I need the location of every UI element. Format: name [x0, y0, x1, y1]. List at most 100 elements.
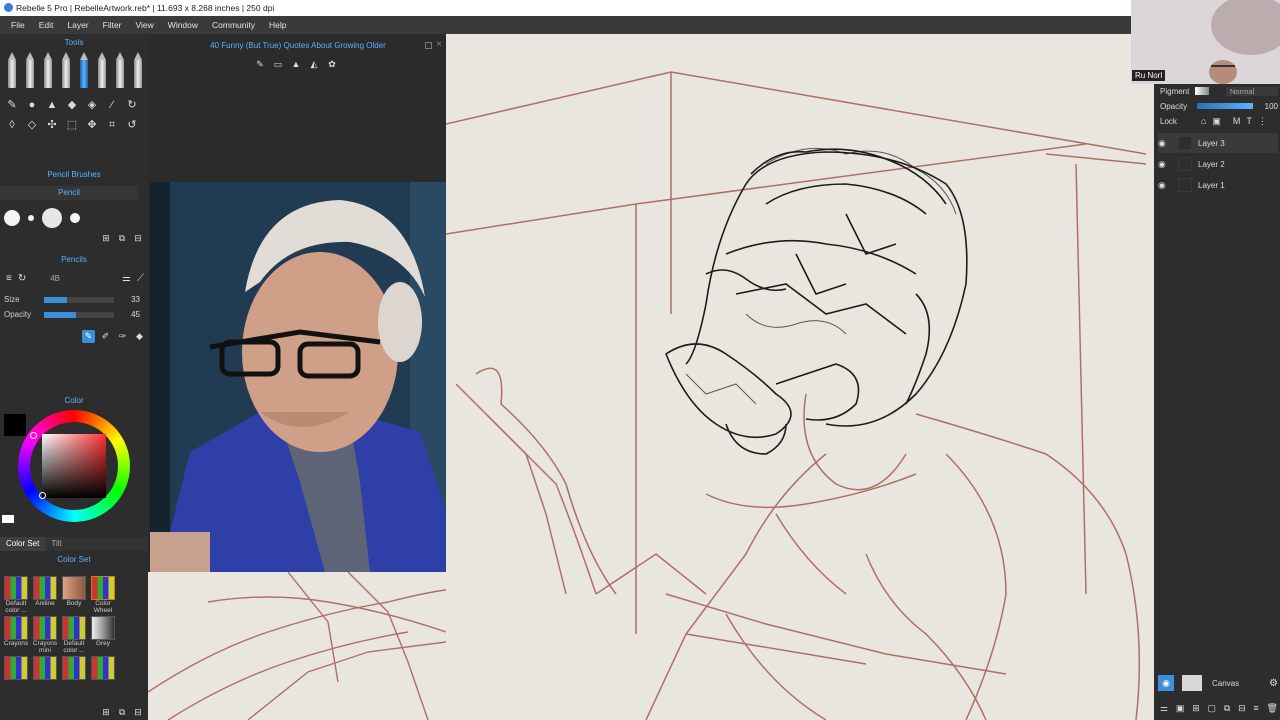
layer-opacity-slider[interactable] [1197, 103, 1254, 109]
new-folder-icon[interactable]: ▢ [1208, 703, 1217, 714]
menu-edit[interactable]: Edit [39, 20, 54, 30]
pen-mode-icon[interactable]: ✑ [116, 330, 129, 343]
brush-tip-medium[interactable] [70, 213, 80, 223]
transform-icon[interactable]: ✥ [84, 117, 100, 133]
brush-tip-soft[interactable] [42, 208, 62, 228]
visibility-eye-icon[interactable]: ◉ [1158, 138, 1172, 149]
layer-menu-icon[interactable]: ⋮ [1258, 116, 1267, 127]
flatten-icon[interactable]: ≡ [1253, 703, 1258, 714]
blend-mode-select[interactable]: Normal [1226, 86, 1278, 96]
ref-grid-icon[interactable]: ▲ [290, 58, 302, 70]
menu-view[interactable]: View [136, 20, 154, 30]
canvas-lower-area[interactable] [148, 572, 446, 720]
layer-item[interactable]: ◉ Layer 2 [1158, 154, 1278, 174]
color-set-item[interactable]: Color Wheel [89, 576, 117, 614]
tab-tilt[interactable]: Tilt [45, 537, 67, 551]
color-set-item[interactable] [2, 656, 30, 680]
mask-icon[interactable]: M [1233, 116, 1241, 126]
color-set-item[interactable] [89, 656, 117, 680]
color-set-item[interactable] [60, 656, 88, 680]
sliders-icon[interactable]: ⚌ [122, 273, 131, 284]
stencil-icon[interactable]: ◇ [24, 117, 40, 133]
list-icon[interactable]: ≡ [6, 273, 12, 284]
blend-tool-icon[interactable]: ● [24, 97, 40, 113]
dry-tool-icon[interactable]: ✣ [44, 117, 60, 133]
layer-opacity-value[interactable]: 100 [1265, 102, 1278, 111]
eyedropper-icon[interactable]: ⁄ [104, 97, 120, 113]
menu-window[interactable]: Window [168, 20, 198, 30]
duplicate-layer-icon[interactable]: ⧉ [1224, 703, 1230, 714]
brush-tip-small[interactable] [28, 215, 34, 221]
preset-pencil-5[interactable] [76, 52, 92, 88]
color-set-item[interactable]: Crayons [2, 616, 30, 654]
hue-handle[interactable] [30, 432, 37, 439]
color-set-item[interactable]: Aniline [31, 576, 59, 614]
layer-item[interactable]: ◉ Layer 1 [1158, 175, 1278, 195]
ref-pick-icon[interactable]: ✎ [254, 58, 266, 70]
menu-filter[interactable]: Filter [103, 20, 122, 30]
preset-pencil-6[interactable] [94, 52, 110, 88]
color-set-item[interactable]: Default color ... [2, 576, 30, 614]
primary-color-swatch[interactable] [4, 414, 26, 436]
color-set-item[interactable]: Body [60, 576, 88, 614]
menu-file[interactable]: File [11, 20, 25, 30]
visibility-eye-icon[interactable]: ◉ [1158, 159, 1172, 170]
merge-layer-icon[interactable]: ⊟ [1238, 703, 1246, 714]
duplicate-color-set-icon[interactable]: ⧉ [116, 706, 128, 718]
erase-mode-icon[interactable]: ◆ [133, 330, 146, 343]
menu-help[interactable]: Help [269, 20, 286, 30]
layer-group-icon[interactable]: ▣ [1176, 703, 1185, 714]
ref-settings-icon[interactable]: ✿ [326, 58, 338, 70]
delete-layer-icon[interactable]: 🗑 [1266, 703, 1277, 714]
color-set-item[interactable]: Crayons mini [31, 616, 59, 654]
color-set-item[interactable] [31, 656, 59, 680]
pigment-icon[interactable] [1195, 87, 1210, 95]
crop-icon[interactable]: ⌗ [104, 117, 120, 133]
menu-layer[interactable]: Layer [67, 20, 88, 30]
ref-frame-icon[interactable]: ▭ [272, 58, 284, 70]
lock-icon[interactable]: ⌂ [1201, 116, 1206, 126]
color-set-item[interactable]: Default color ... [60, 616, 88, 654]
brush-tip-round-large[interactable] [4, 210, 20, 226]
preset-pencil-7[interactable] [112, 52, 128, 88]
preset-pencil-4[interactable] [58, 52, 74, 88]
size-slider[interactable] [44, 296, 114, 303]
secondary-color-swatch[interactable] [2, 515, 14, 523]
paint-mode-icon[interactable]: ✎ [82, 330, 95, 343]
reset-pencil-icon[interactable]: ↻ [18, 273, 26, 284]
reference-close-icon[interactable]: × [436, 39, 442, 50]
pencil-category-bar[interactable]: Pencil [0, 186, 138, 200]
visibility-eye-icon[interactable]: ◉ [1158, 180, 1172, 191]
duplicate-brush-icon[interactable]: ⧉ [116, 232, 128, 244]
preset-pencil-1[interactable] [4, 52, 20, 88]
reset-icon[interactable]: ↺ [124, 117, 140, 133]
tracing-icon[interactable]: T [1246, 116, 1252, 126]
fill-tool-icon[interactable]: ◈ [84, 97, 100, 113]
reference-maximize-icon[interactable] [425, 42, 432, 49]
layer-adjust-icon[interactable]: ⚌ [1160, 703, 1168, 714]
saturation-square[interactable] [42, 434, 106, 498]
tilt-icon[interactable]: ⟋ [137, 273, 144, 284]
size-value[interactable]: 33 [114, 295, 140, 304]
selection-icon[interactable]: ⬚ [64, 117, 80, 133]
pencil-mode-icon[interactable]: ✐ [99, 330, 112, 343]
menu-community[interactable]: Community [212, 20, 255, 30]
color-handle[interactable] [39, 492, 46, 499]
import-brush-icon[interactable]: ⊞ [100, 232, 112, 244]
smudge-tool-icon[interactable]: ▲ [44, 97, 60, 113]
canvas-settings-icon[interactable]: ⚙ [1269, 678, 1278, 689]
lock-pixels-icon[interactable]: ▣ [1212, 116, 1221, 127]
ref-flip-icon[interactable]: ◭ [308, 58, 320, 70]
layer-item[interactable]: ◉ Layer 3 [1158, 133, 1278, 153]
rotate-icon[interactable]: ↻ [124, 97, 140, 113]
preset-pencil-3[interactable] [40, 52, 56, 88]
canvas-visibility-icon[interactable]: ◉ [1158, 675, 1174, 691]
color-set-item[interactable]: Grey [89, 616, 117, 654]
preset-pencil-2[interactable] [22, 52, 38, 88]
drawing-canvas[interactable] [446, 34, 1154, 720]
eraser-tool-icon[interactable]: ◆ [64, 97, 80, 113]
color-wheel[interactable] [18, 410, 130, 522]
water-drop-icon[interactable]: ◊ [4, 117, 20, 133]
opacity-value[interactable]: 45 [114, 310, 140, 319]
tab-color-set[interactable]: Color Set [0, 537, 46, 551]
